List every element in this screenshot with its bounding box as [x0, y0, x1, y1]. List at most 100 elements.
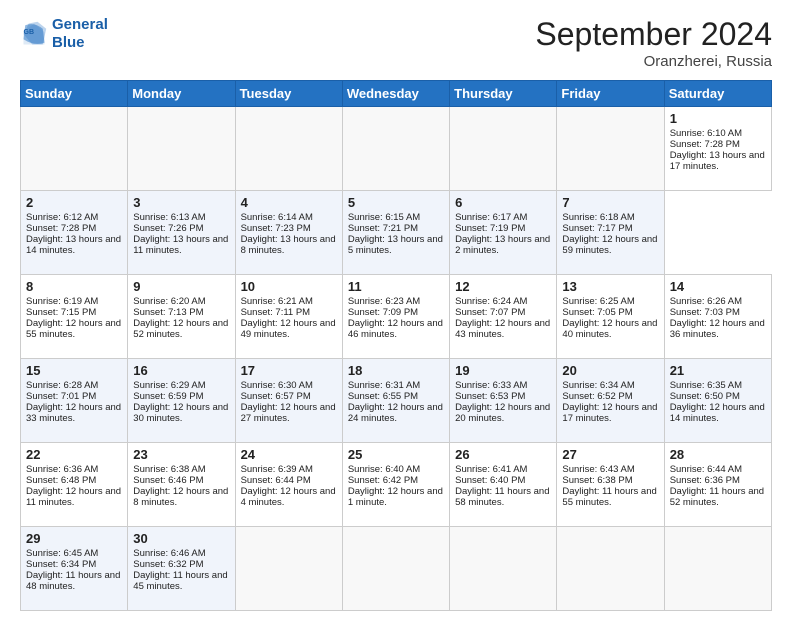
- calendar-cell: 5Sunrise: 6:15 AMSunset: 7:21 PMDaylight…: [342, 191, 449, 275]
- daylight: Daylight: 12 hours and 40 minutes.: [562, 318, 657, 340]
- daylight: Daylight: 13 hours and 5 minutes.: [348, 234, 443, 256]
- sunset: Sunset: 7:23 PM: [241, 223, 311, 234]
- daylight: Daylight: 12 hours and 27 minutes.: [241, 402, 336, 424]
- calendar-cell: [235, 107, 342, 191]
- day-number: 1: [670, 111, 766, 126]
- sunrise: Sunrise: 6:10 AM: [670, 128, 742, 139]
- sunrise: Sunrise: 6:43 AM: [562, 464, 634, 475]
- daylight: Daylight: 12 hours and 36 minutes.: [670, 318, 765, 340]
- calendar-cell: 24Sunrise: 6:39 AMSunset: 6:44 PMDayligh…: [235, 443, 342, 527]
- day-number: 19: [455, 363, 551, 378]
- sunrise: Sunrise: 6:41 AM: [455, 464, 527, 475]
- daylight: Daylight: 12 hours and 20 minutes.: [455, 402, 550, 424]
- calendar-cell: [342, 107, 449, 191]
- day-number: 14: [670, 279, 766, 294]
- sunset: Sunset: 6:52 PM: [562, 391, 632, 402]
- sunrise: Sunrise: 6:13 AM: [133, 212, 205, 223]
- sunrise: Sunrise: 6:34 AM: [562, 380, 634, 391]
- day-header-monday: Monday: [128, 81, 235, 107]
- sunrise: Sunrise: 6:29 AM: [133, 380, 205, 391]
- daylight: Daylight: 11 hours and 52 minutes.: [670, 486, 764, 508]
- location-title: Oranzherei, Russia: [535, 53, 772, 70]
- sunset: Sunset: 6:42 PM: [348, 475, 418, 486]
- sunset: Sunset: 7:13 PM: [133, 307, 203, 318]
- calendar-cell: 16 Sunrise: 6:29 AMSunset: 6:59 PMDayligh…: [128, 359, 235, 443]
- calendar-cell: 29Sunrise: 6:45 AMSunset: 6:34 PMDayligh…: [21, 527, 128, 611]
- sunset: Sunset: 6:40 PM: [455, 475, 525, 486]
- sunset: Sunset: 6:46 PM: [133, 475, 203, 486]
- calendar-cell: 2Sunrise: 6:12 AMSunset: 7:28 PMDaylight…: [21, 191, 128, 275]
- calendar-cell: 17Sunrise: 6:30 AMSunset: 6:57 PMDayligh…: [235, 359, 342, 443]
- day-number: 10: [241, 279, 337, 294]
- day-number: 24: [241, 447, 337, 462]
- day-number: 28: [670, 447, 766, 462]
- sunrise: Sunrise: 6:25 AM: [562, 296, 634, 307]
- calendar-table: SundayMondayTuesdayWednesdayThursdayFrid…: [20, 80, 772, 611]
- day-headers-row: SundayMondayTuesdayWednesdayThursdayFrid…: [21, 81, 772, 107]
- daylight: Daylight: 12 hours and 33 minutes.: [26, 402, 121, 424]
- day-number: 16: [133, 363, 229, 378]
- calendar-cell: 11Sunrise: 6:23 AMSunset: 7:09 PMDayligh…: [342, 275, 449, 359]
- sunset: Sunset: 7:01 PM: [26, 391, 96, 402]
- day-header-saturday: Saturday: [664, 81, 771, 107]
- daylight: Daylight: 12 hours and 59 minutes.: [562, 234, 657, 256]
- day-number: 18: [348, 363, 444, 378]
- calendar-cell: [450, 527, 557, 611]
- calendar-header: SundayMondayTuesdayWednesdayThursdayFrid…: [21, 81, 772, 107]
- sunrise: Sunrise: 6:45 AM: [26, 548, 98, 559]
- calendar-cell: 7Sunrise: 6:18 AMSunset: 7:17 PMDaylight…: [557, 191, 664, 275]
- day-number: 26: [455, 447, 551, 462]
- calendar-cell: 25Sunrise: 6:40 AMSunset: 6:42 PMDayligh…: [342, 443, 449, 527]
- day-number: 25: [348, 447, 444, 462]
- calendar-cell: 8Sunrise: 6:19 AMSunset: 7:15 PMDaylight…: [21, 275, 128, 359]
- day-number: 4: [241, 195, 337, 210]
- logo-line1: General: [52, 16, 108, 33]
- day-header-sunday: Sunday: [21, 81, 128, 107]
- sunrise: Sunrise: 6:35 AM: [670, 380, 742, 391]
- daylight: Daylight: 12 hours and 46 minutes.: [348, 318, 443, 340]
- sunset: Sunset: 7:19 PM: [455, 223, 525, 234]
- calendar-week-row: 15Sunrise: 6:28 AMSunset: 7:01 PMDayligh…: [21, 359, 772, 443]
- daylight: Daylight: 13 hours and 17 minutes.: [670, 150, 765, 172]
- sunset: Sunset: 6:50 PM: [670, 391, 740, 402]
- calendar-cell: 27Sunrise: 6:43 AMSunset: 6:38 PMDayligh…: [557, 443, 664, 527]
- sunset: Sunset: 7:11 PM: [241, 307, 311, 318]
- sunrise: Sunrise: 6:26 AM: [670, 296, 742, 307]
- day-number: 20: [562, 363, 658, 378]
- calendar-cell: 28Sunrise: 6:44 AMSunset: 6:36 PMDayligh…: [664, 443, 771, 527]
- sunset: Sunset: 6:34 PM: [26, 559, 96, 570]
- daylight: Daylight: 12 hours and 30 minutes.: [133, 402, 228, 424]
- sunrise: Sunrise: 6:40 AM: [348, 464, 420, 475]
- sunrise: Sunrise: 6:19 AM: [26, 296, 98, 307]
- day-number: 15: [26, 363, 122, 378]
- sunrise: Sunrise: 6:28 AM: [26, 380, 98, 391]
- sunset: Sunset: 7:03 PM: [670, 307, 740, 318]
- calendar-cell: 3Sunrise: 6:13 AMSunset: 7:26 PMDaylight…: [128, 191, 235, 275]
- calendar-cell: 20Sunrise: 6:34 AMSunset: 6:52 PMDayligh…: [557, 359, 664, 443]
- calendar-cell: [128, 107, 235, 191]
- day-header-tuesday: Tuesday: [235, 81, 342, 107]
- logo-line2: Blue: [52, 34, 85, 51]
- daylight: Daylight: 11 hours and 55 minutes.: [562, 486, 656, 508]
- day-number: 6: [455, 195, 551, 210]
- day-header-friday: Friday: [557, 81, 664, 107]
- sunset: Sunset: 7:09 PM: [348, 307, 418, 318]
- sunrise: Sunrise: 6:12 AM: [26, 212, 98, 223]
- sunset: Sunset: 6:59 PM: [133, 391, 203, 402]
- calendar-cell: 30Sunrise: 6:46 AMSunset: 6:32 PMDayligh…: [128, 527, 235, 611]
- sunset: Sunset: 7:15 PM: [26, 307, 96, 318]
- calendar-cell: [235, 527, 342, 611]
- day-number: 23: [133, 447, 229, 462]
- sunset: Sunset: 7:07 PM: [455, 307, 525, 318]
- day-number: 7: [562, 195, 658, 210]
- sunrise: Sunrise: 6:21 AM: [241, 296, 313, 307]
- sunrise: Sunrise: 6:44 AM: [670, 464, 742, 475]
- calendar-week-row: 2Sunrise: 6:12 AMSunset: 7:28 PMDaylight…: [21, 191, 772, 275]
- sunset: Sunset: 6:57 PM: [241, 391, 311, 402]
- calendar-week-row: 29Sunrise: 6:45 AMSunset: 6:34 PMDayligh…: [21, 527, 772, 611]
- month-title: September 2024: [535, 16, 772, 53]
- sunset: Sunset: 6:32 PM: [133, 559, 203, 570]
- daylight: Daylight: 12 hours and 11 minutes.: [26, 486, 121, 508]
- daylight: Daylight: 12 hours and 14 minutes.: [670, 402, 765, 424]
- daylight: Daylight: 13 hours and 14 minutes.: [26, 234, 121, 256]
